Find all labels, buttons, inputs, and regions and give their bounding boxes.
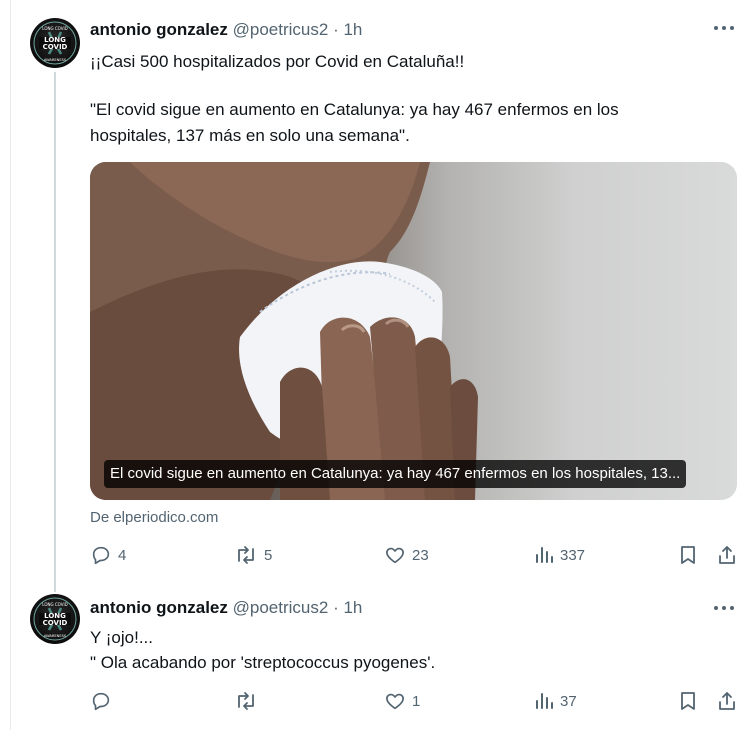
repost-button[interactable]: 5 (234, 542, 272, 568)
svg-text:LONG COVID: LONG COVID (42, 602, 67, 607)
card-photo (90, 162, 478, 500)
tweet-text-line: " Ola acabando por 'streptococcus pyogen… (90, 653, 436, 672)
svg-text:AWARENESS: AWARENESS (44, 58, 67, 62)
tweet-actions: 4 5 23 337 (90, 542, 740, 568)
card-source[interactable]: De elperiodico.com (90, 508, 218, 528)
more-horizontal-icon[interactable] (714, 22, 736, 32)
tweet-header: antonio gonzalez @poetricus2 · 1h (90, 596, 362, 620)
views-button[interactable]: 337 (534, 542, 585, 568)
more-horizontal-icon[interactable] (714, 602, 736, 612)
views-button[interactable]: 37 (534, 688, 577, 714)
tweet-text-line: hospitales, 137 más en solo una semana". (90, 126, 410, 145)
avatar[interactable]: LONG COVID LONG COVID AWARENESS (30, 18, 80, 68)
thread-connector (54, 72, 56, 592)
separator-dot: · (333, 20, 339, 39)
like-button[interactable]: 1 (384, 688, 420, 714)
views-count: 337 (560, 546, 586, 564)
timestamp[interactable]: 1h (343, 598, 362, 617)
author-name[interactable]: antonio gonzalez (90, 20, 228, 39)
separator-dot: · (333, 598, 339, 617)
timestamp[interactable]: 1h (343, 20, 362, 39)
tweet-actions: 1 37 (90, 688, 740, 714)
reply-button[interactable]: 4 (90, 542, 126, 568)
repost-button[interactable] (234, 688, 264, 714)
long-covid-badge-icon: LONG COVID LONG COVID AWARENESS (33, 21, 77, 65)
avatar[interactable]: LONG COVID LONG COVID AWARENESS (30, 594, 80, 644)
tweet-text-line: Y ¡ojo!... (90, 628, 153, 647)
like-button[interactable]: 23 (384, 542, 429, 568)
reply-button[interactable] (90, 688, 118, 714)
share-button[interactable] (716, 688, 738, 714)
heart-icon (386, 547, 404, 564)
link-card[interactable]: El covid sigue en aumento en Catalunya: … (90, 162, 737, 500)
reply-count: 4 (118, 546, 127, 564)
card-caption: El covid sigue en aumento en Catalunya: … (104, 460, 687, 488)
repost-icon (238, 692, 254, 710)
long-covid-badge-icon: LONG COVID LONG COVID AWARENESS (33, 597, 77, 641)
bookmark-button[interactable] (678, 542, 698, 568)
like-count: 23 (412, 546, 429, 564)
author-name[interactable]: antonio gonzalez (90, 598, 228, 617)
tweet-text-line: "El covid sigue en aumento en Catalunya:… (90, 100, 619, 119)
bookmark-icon (681, 546, 695, 564)
heart-icon (386, 693, 404, 710)
author-handle[interactable]: @poetricus2 (233, 20, 329, 39)
views-chart-icon (536, 547, 553, 563)
repost-icon (238, 546, 254, 564)
reply-icon (92, 692, 110, 711)
tweet-text-line: ¡¡Casi 500 hospitalizados por Covid en C… (90, 52, 465, 71)
svg-text:LONG COVID: LONG COVID (42, 26, 67, 31)
share-icon (719, 546, 735, 564)
reply-icon (92, 546, 110, 565)
views-chart-icon (536, 693, 553, 709)
author-handle[interactable]: @poetricus2 (233, 598, 329, 617)
svg-text:AWARENESS: AWARENESS (44, 634, 67, 638)
timeline-border (10, 0, 11, 730)
tweet-header: antonio gonzalez @poetricus2 · 1h (90, 18, 362, 42)
svg-text:COVID: COVID (43, 43, 68, 51)
bookmark-button[interactable] (678, 688, 698, 714)
like-count: 1 (412, 692, 421, 710)
share-icon (719, 692, 735, 710)
views-count: 37 (560, 692, 577, 710)
repost-count: 5 (264, 546, 273, 564)
share-button[interactable] (716, 542, 738, 568)
bookmark-icon (681, 692, 695, 710)
svg-text:COVID: COVID (43, 619, 68, 627)
